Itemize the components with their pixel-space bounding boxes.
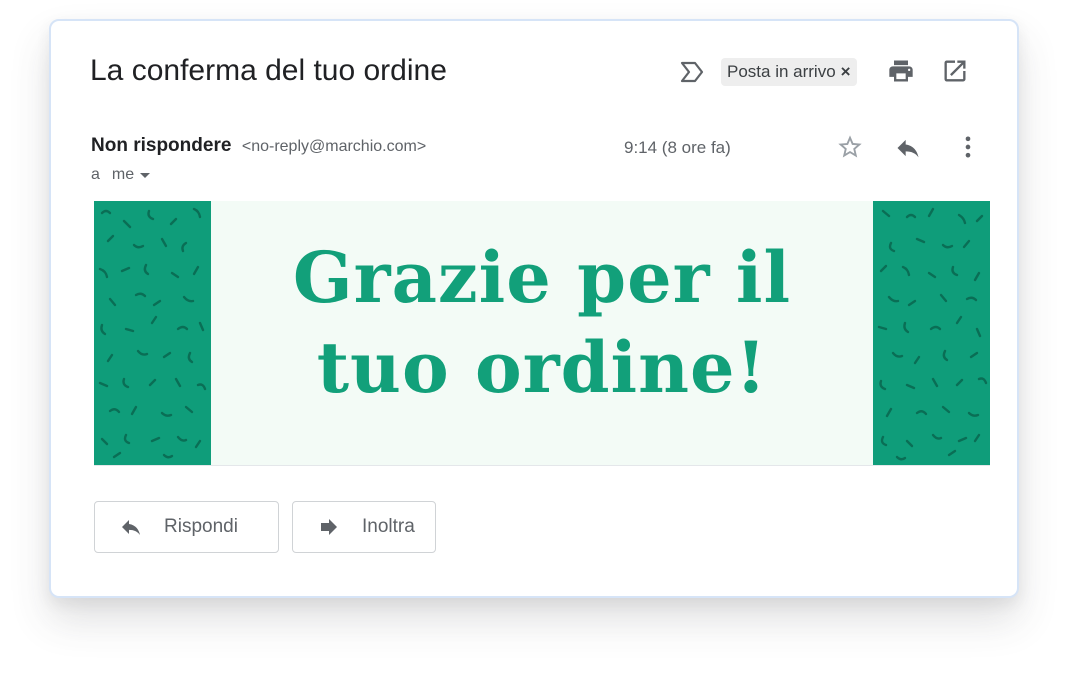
reply-button[interactable]: Rispondi	[94, 501, 279, 553]
banner-pattern-left	[94, 201, 211, 465]
email-banner: Grazie per il tuo ordine!	[94, 201, 990, 466]
chevron-down-icon[interactable]	[140, 172, 151, 178]
forward-button-label: Inoltra	[362, 516, 415, 537]
reply-button-label: Rispondi	[164, 516, 238, 537]
recipient-name[interactable]: me	[112, 166, 134, 184]
sender-email: <no-reply@marchio.com>	[241, 138, 427, 155]
sender-row: Non rispondere <no-reply@marchio.com>	[91, 135, 426, 157]
label-chip-inbox: Posta in arrivo ×	[721, 58, 857, 86]
more-vert-icon[interactable]	[954, 133, 982, 161]
recipient-row: a me	[91, 166, 151, 184]
email-timestamp: 9:14 (8 ore fa)	[624, 138, 731, 157]
star-icon[interactable]	[836, 133, 864, 161]
open-in-new-icon[interactable]	[941, 57, 969, 85]
reply-icon	[122, 520, 140, 535]
header-actions: Posta in arrivo ×	[679, 55, 979, 89]
sender-name[interactable]: Non rispondere	[91, 135, 231, 156]
email-card: La conferma del tuo ordine Posta in arri…	[49, 19, 1019, 598]
banner-headline: Grazie per il tuo ordine!	[211, 233, 873, 413]
reply-icon[interactable]	[894, 134, 922, 162]
recipient-prefix: a	[91, 166, 100, 183]
banner-headline-line1: Grazie per il	[292, 236, 792, 319]
forward-button[interactable]: Inoltra	[292, 501, 436, 553]
label-remove-icon[interactable]: ×	[841, 58, 851, 86]
important-marker-icon[interactable]	[679, 59, 705, 85]
banner-pattern-right	[873, 201, 990, 465]
confetti-pattern-left	[98, 207, 207, 459]
confetti-pattern-right	[877, 207, 988, 461]
forward-icon	[321, 519, 337, 535]
email-subject: La conferma del tuo ordine	[90, 54, 447, 87]
banner-headline-line2: tuo ordine!	[316, 326, 768, 409]
label-chip-text: Posta in arrivo	[727, 62, 836, 81]
print-icon[interactable]	[887, 57, 915, 85]
